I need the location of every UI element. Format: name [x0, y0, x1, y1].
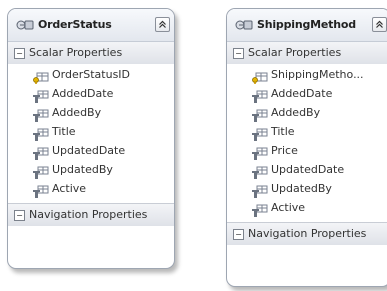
collapse-button[interactable]: [372, 17, 387, 32]
property-label: UpdatedBy: [52, 163, 113, 176]
property-label: Title: [271, 125, 295, 138]
scalar-properties-section[interactable]: − Scalar Properties: [8, 42, 174, 64]
collapse-button[interactable]: [155, 17, 170, 32]
property-item[interactable]: Active: [227, 199, 387, 218]
entity-shippingmethod[interactable]: ShippingMethod − Scalar Properties Shipp…: [226, 8, 387, 287]
entity-icon: [235, 17, 253, 36]
property-item[interactable]: UpdatedDate: [227, 161, 387, 180]
property-item[interactable]: OrderStatusID: [8, 66, 174, 85]
section-toggle[interactable]: −: [14, 210, 25, 221]
property-label: UpdatedBy: [271, 182, 332, 195]
property-item[interactable]: Title: [8, 123, 174, 142]
navigation-properties-section[interactable]: − Navigation Properties: [8, 203, 174, 226]
section-toggle[interactable]: −: [14, 48, 25, 59]
property-label: AddedBy: [52, 106, 102, 119]
property-item[interactable]: Active: [8, 180, 174, 199]
property-item[interactable]: Title: [227, 123, 387, 142]
section-label: Navigation Properties: [248, 227, 367, 240]
property-item[interactable]: AddedBy: [227, 104, 387, 123]
property-label: UpdatedDate: [271, 163, 345, 176]
property-item[interactable]: AddedBy: [8, 104, 174, 123]
property-item[interactable]: UpdatedBy: [227, 180, 387, 199]
collapse-up-icon: [159, 20, 166, 28]
property-item[interactable]: AddedDate: [227, 85, 387, 104]
property-item[interactable]: Price: [227, 142, 387, 161]
property-icon: [33, 183, 49, 202]
entity-icon: [16, 17, 34, 36]
section-toggle[interactable]: −: [233, 48, 244, 59]
property-item[interactable]: AddedDate: [8, 85, 174, 104]
property-list: OrderStatusID AddedDate AddedBy Title Up…: [8, 64, 174, 203]
scalar-properties-section[interactable]: − Scalar Properties: [227, 42, 387, 64]
property-label: Price: [271, 144, 298, 157]
property-label: AddedBy: [271, 106, 321, 119]
property-item[interactable]: UpdatedDate: [8, 142, 174, 161]
section-label: Navigation Properties: [29, 208, 148, 221]
entity-header[interactable]: ShippingMethod: [227, 9, 387, 42]
property-item[interactable]: UpdatedBy: [8, 161, 174, 180]
property-label: OrderStatusID: [52, 68, 131, 81]
property-icon: [252, 202, 268, 221]
property-label: Active: [52, 182, 87, 195]
collapse-up-icon: [376, 20, 383, 28]
property-list: ShippingMetho... AddedDate AddedBy Title…: [227, 64, 387, 222]
property-label: AddedDate: [52, 87, 114, 100]
section-label: Scalar Properties: [248, 46, 342, 59]
entity-title: ShippingMethod: [257, 18, 356, 31]
property-label: ShippingMetho...: [271, 68, 364, 81]
entity-header[interactable]: OrderStatus: [8, 9, 174, 42]
section-label: Scalar Properties: [29, 46, 123, 59]
property-item[interactable]: ShippingMetho...: [227, 66, 387, 85]
property-label: AddedDate: [271, 87, 333, 100]
entity-orderstatus[interactable]: OrderStatus − Scalar Properties OrderSta…: [7, 8, 175, 269]
property-label: Title: [52, 125, 76, 138]
property-label: Active: [271, 201, 306, 214]
navigation-properties-section[interactable]: − Navigation Properties: [227, 222, 387, 245]
section-toggle[interactable]: −: [233, 229, 244, 240]
property-label: UpdatedDate: [52, 144, 126, 157]
entity-title: OrderStatus: [38, 18, 112, 31]
